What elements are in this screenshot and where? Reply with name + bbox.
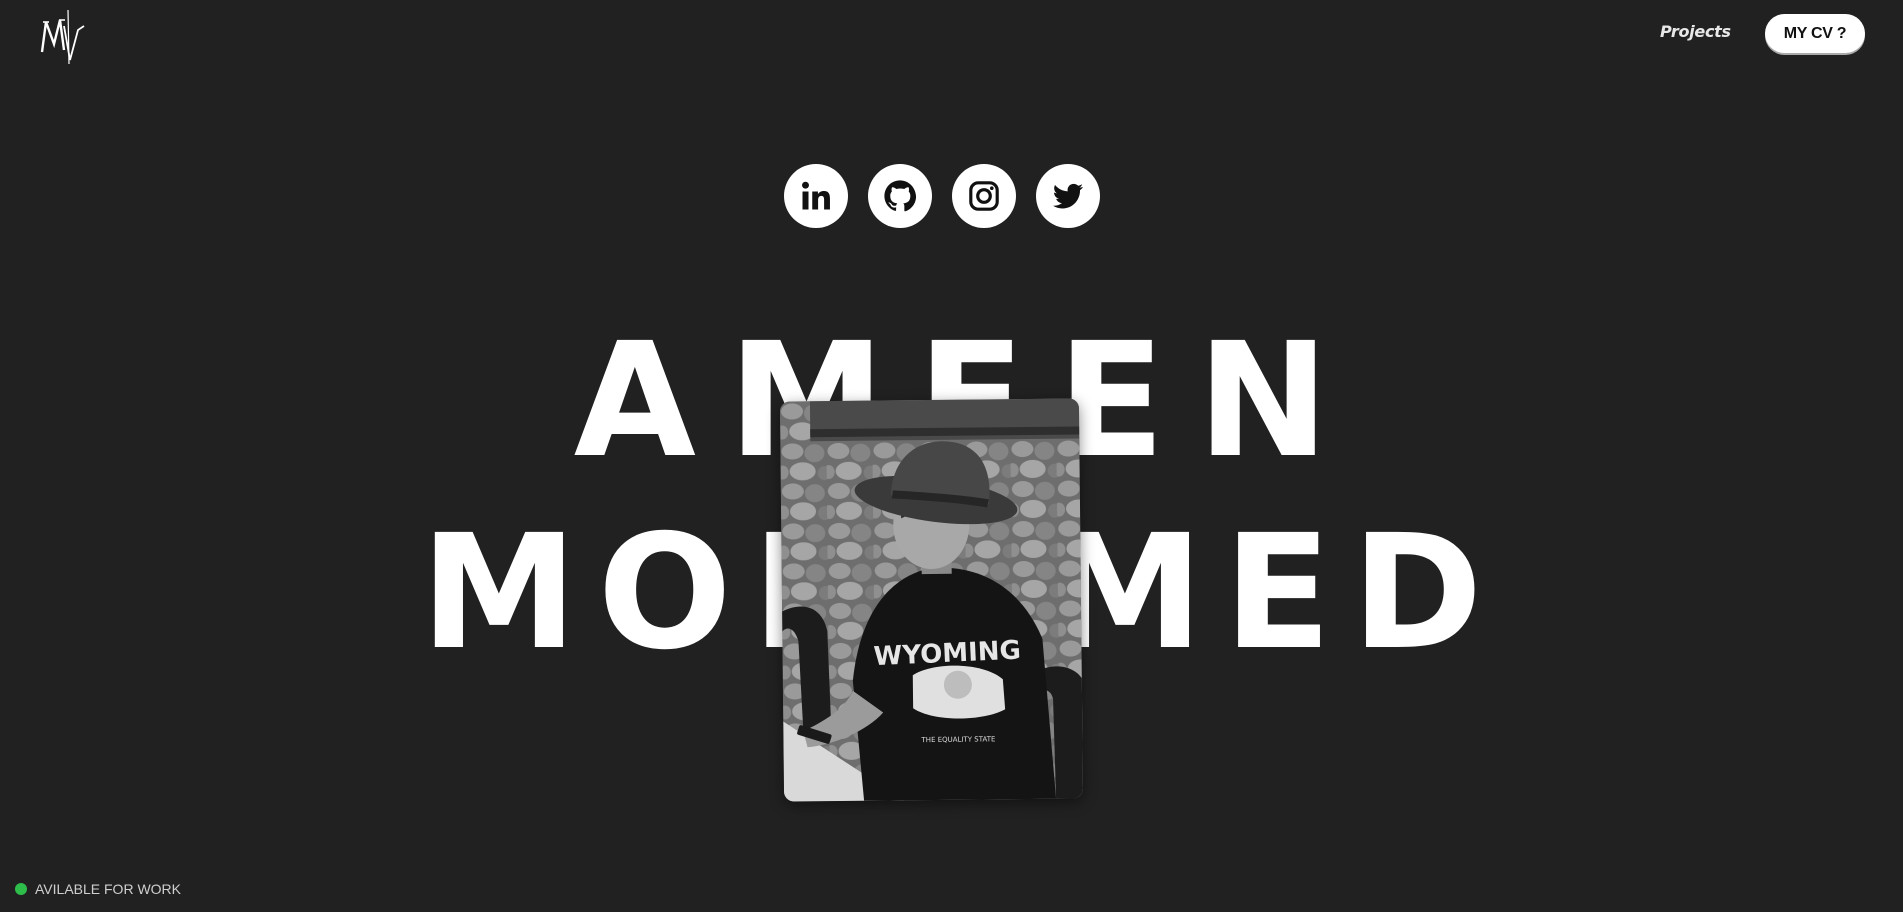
shirt-subtext: THE EQUALITY STATE	[920, 735, 995, 744]
twitter-link[interactable]	[1036, 164, 1100, 228]
availability-status: AVILABLE FOR WORK	[15, 881, 181, 897]
status-dot-icon	[15, 883, 27, 895]
instagram-link[interactable]	[952, 164, 1016, 228]
my-cv-button[interactable]: MY CV ?	[1765, 14, 1865, 53]
twitter-icon	[1053, 183, 1083, 209]
site-logo[interactable]	[40, 8, 88, 65]
social-links	[784, 164, 1100, 228]
github-icon	[884, 180, 917, 212]
linkedin-icon	[802, 181, 830, 210]
nav-projects-link[interactable]: Projects	[1660, 22, 1731, 41]
linkedin-link[interactable]	[784, 164, 848, 228]
status-text: AVILABLE FOR WORK	[35, 881, 181, 897]
portrait-photo: WYOMING THE EQUALITY STATE	[779, 398, 1084, 802]
portrait-image: WYOMING THE EQUALITY STATE	[779, 398, 1084, 802]
instagram-icon	[969, 181, 999, 211]
github-link[interactable]	[868, 164, 932, 228]
logo-mark	[40, 9, 85, 65]
